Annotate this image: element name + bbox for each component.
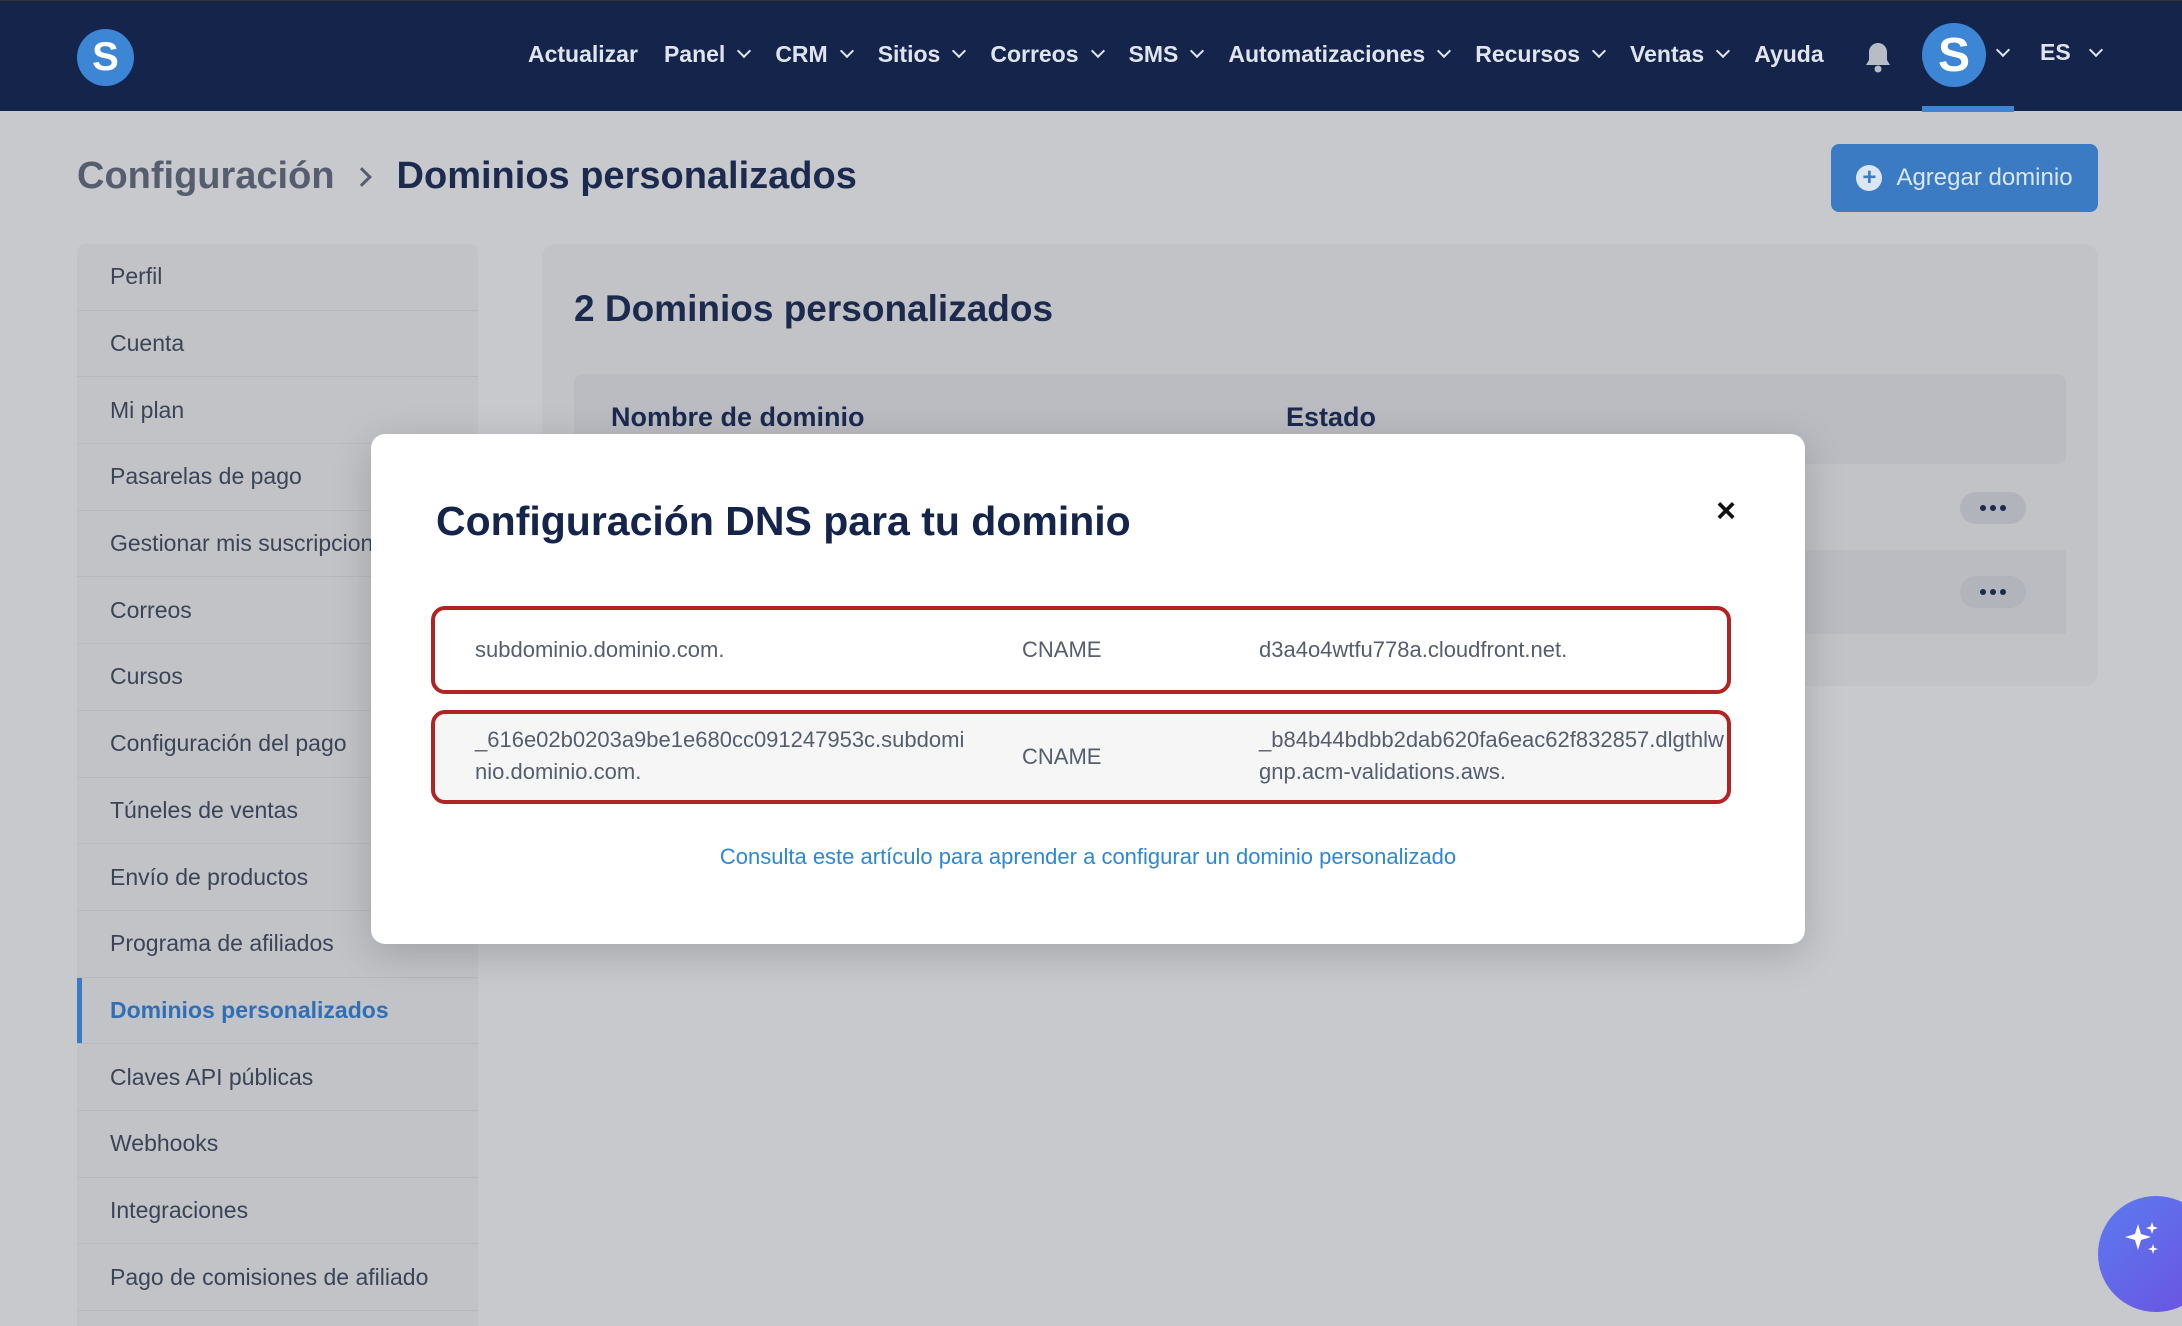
nav-correos[interactable]: Correos bbox=[990, 40, 1105, 68]
chevron-right-icon bbox=[351, 166, 372, 187]
sparkle-icon bbox=[2125, 1222, 2158, 1254]
dns-value[interactable]: _b84b44bdbb2dab620fa6eac62f832857.dlgthl… bbox=[1259, 724, 1724, 788]
sidebar-item-label: Claves API públicas bbox=[110, 1063, 314, 1090]
nav-sitios[interactable]: Sitios bbox=[877, 40, 967, 68]
modal-title: Configuración DNS para tu dominio bbox=[436, 498, 1131, 544]
chevron-down-icon bbox=[952, 43, 967, 59]
sidebar-item-label: Mi plan bbox=[110, 396, 185, 423]
language-label: ES bbox=[2040, 39, 2071, 65]
sidebar-item-label: Configuración del pago bbox=[110, 730, 347, 757]
more-options-button[interactable] bbox=[1960, 576, 2026, 608]
sidebar-item-integraciones[interactable]: Integraciones bbox=[77, 1178, 478, 1245]
dns-value-line: _b84b44bdbb2dab620fa6eac62f832857.dlgthl… bbox=[1259, 727, 1724, 752]
top-navbar: S Actualizar Panel CRM Sitios Correos SM… bbox=[0, 0, 2182, 112]
sidebar-item-label: Integraciones bbox=[110, 1196, 249, 1223]
nav-label: Automatizaciones bbox=[1228, 40, 1426, 67]
sidebar-item-label: Gestionar mis suscripciones bbox=[110, 530, 398, 557]
dns-type: CNAME bbox=[1022, 744, 1102, 769]
language-selector[interactable]: ES bbox=[2040, 39, 2103, 66]
sidebar-item-perfil[interactable]: Perfil bbox=[77, 244, 478, 311]
sidebar-item-label: Pasarelas de pago bbox=[110, 463, 302, 490]
sidebar-item-label: Cursos bbox=[110, 663, 183, 690]
breadcrumb: Configuración Dominios personalizados bbox=[77, 155, 857, 198]
nav-ventas[interactable]: Ventas bbox=[1630, 40, 1731, 68]
chevron-down-icon[interactable] bbox=[1995, 42, 2011, 58]
nav-crm[interactable]: CRM bbox=[775, 40, 854, 68]
column-header-domain: Nombre de dominio bbox=[611, 402, 865, 432]
dns-record-row: subdominio.dominio.com. CNAME d3a4o4wtfu… bbox=[431, 606, 1731, 694]
sidebar-item-label: Envío de productos bbox=[110, 863, 309, 890]
add-domain-button[interactable]: + Agregar dominio bbox=[1831, 144, 2098, 212]
avatar-active-indicator bbox=[1922, 106, 2014, 112]
user-avatar[interactable]: S bbox=[1922, 23, 1986, 87]
sidebar-item-cuenta[interactable]: Cuenta bbox=[77, 311, 478, 378]
sidebar-item-label: Webhooks bbox=[110, 1130, 219, 1157]
nav-sms[interactable]: SMS bbox=[1128, 40, 1205, 68]
nav-label: Actualizar bbox=[528, 40, 638, 67]
nav-label: Panel bbox=[663, 40, 726, 67]
sidebar-item-label: Dominios personalizados bbox=[110, 996, 389, 1023]
dns-host-line: nio.dominio.com. bbox=[475, 759, 642, 784]
page-title: Dominios personalizados bbox=[396, 155, 857, 197]
dns-config-modal: Configuración DNS para tu dominio × subd… bbox=[371, 434, 1805, 944]
sidebar-item-label: Pago de comisiones de afiliado bbox=[110, 1263, 429, 1290]
nav-label: CRM bbox=[775, 40, 828, 67]
close-icon[interactable]: × bbox=[1711, 492, 1741, 530]
chevron-down-icon bbox=[1591, 43, 1607, 59]
nav-ayuda[interactable]: Ayuda bbox=[1754, 41, 1823, 68]
chevron-down-icon bbox=[2088, 42, 2103, 57]
nav-label: Recursos bbox=[1475, 40, 1581, 67]
chevron-down-icon bbox=[1716, 43, 1731, 59]
domains-count-title: 2 Dominios personalizados bbox=[574, 288, 1054, 329]
app-logo[interactable]: S bbox=[77, 29, 134, 86]
chevron-down-icon bbox=[737, 43, 752, 59]
sidebar-item-dominios[interactable]: Dominios personalizados bbox=[77, 977, 478, 1045]
nav-label: Sitios bbox=[877, 40, 941, 67]
nav-label: Ventas bbox=[1630, 40, 1705, 67]
nav-label: Ayuda bbox=[1754, 40, 1824, 67]
main-nav: Actualizar Panel CRM Sitios Correos SMS … bbox=[528, 1, 1850, 107]
sidebar-item-label: Túneles de ventas bbox=[110, 796, 298, 823]
sidebar-item-webhooks[interactable]: Webhooks bbox=[77, 1111, 478, 1178]
chevron-down-icon bbox=[839, 43, 854, 59]
avatar-letter: S bbox=[1937, 28, 1970, 82]
sidebar-item-claves-api[interactable]: Claves API públicas bbox=[77, 1044, 478, 1111]
help-article-link[interactable]: Consulta este artículo para aprender a c… bbox=[371, 844, 1805, 870]
nav-automatizaciones[interactable]: Automatizaciones bbox=[1228, 40, 1452, 68]
nav-actualizar[interactable]: Actualizar bbox=[528, 41, 638, 68]
nav-label: Correos bbox=[990, 40, 1079, 67]
bell-icon[interactable] bbox=[1864, 41, 1892, 73]
dns-host[interactable]: _616e02b0203a9be1e680cc091247953c.subdom… bbox=[475, 724, 964, 788]
plus-circle-icon: + bbox=[1856, 165, 1883, 191]
column-header-status: Estado bbox=[1286, 402, 1377, 432]
nav-label: SMS bbox=[1128, 40, 1179, 67]
dns-host[interactable]: subdominio.dominio.com. bbox=[475, 634, 724, 666]
chevron-down-icon bbox=[1437, 43, 1452, 59]
sidebar-item-label: Perfil bbox=[110, 263, 163, 290]
dns-value[interactable]: d3a4o4wtfu778a.cloudfront.net. bbox=[1259, 634, 1567, 666]
nav-panel[interactable]: Panel bbox=[663, 40, 752, 68]
dns-type: CNAME bbox=[1022, 637, 1102, 662]
ai-assistant-button[interactable] bbox=[2098, 1196, 2182, 1312]
sidebar-item-label: Programa de afiliados bbox=[110, 930, 334, 957]
dns-host-line: _616e02b0203a9be1e680cc091247953c.subdom… bbox=[475, 727, 965, 752]
sidebar-item-label: Cuenta bbox=[110, 330, 185, 357]
breadcrumb-parent[interactable]: Configuración bbox=[77, 155, 335, 198]
dns-value-line: gnp.acm-validations.aws. bbox=[1259, 759, 1507, 784]
dns-record-row: _616e02b0203a9be1e680cc091247953c.subdom… bbox=[431, 710, 1731, 804]
sidebar-item-comisiones[interactable]: Pago de comisiones de afiliado bbox=[77, 1244, 478, 1311]
chevron-down-icon bbox=[1190, 43, 1205, 59]
sidebar-item-label: Correos bbox=[110, 596, 192, 623]
logo-letter: S bbox=[92, 35, 119, 79]
nav-recursos[interactable]: Recursos bbox=[1475, 40, 1607, 68]
more-options-button[interactable] bbox=[1960, 492, 2026, 524]
chevron-down-icon bbox=[1090, 43, 1105, 59]
add-domain-label: Agregar dominio bbox=[1896, 164, 2073, 191]
